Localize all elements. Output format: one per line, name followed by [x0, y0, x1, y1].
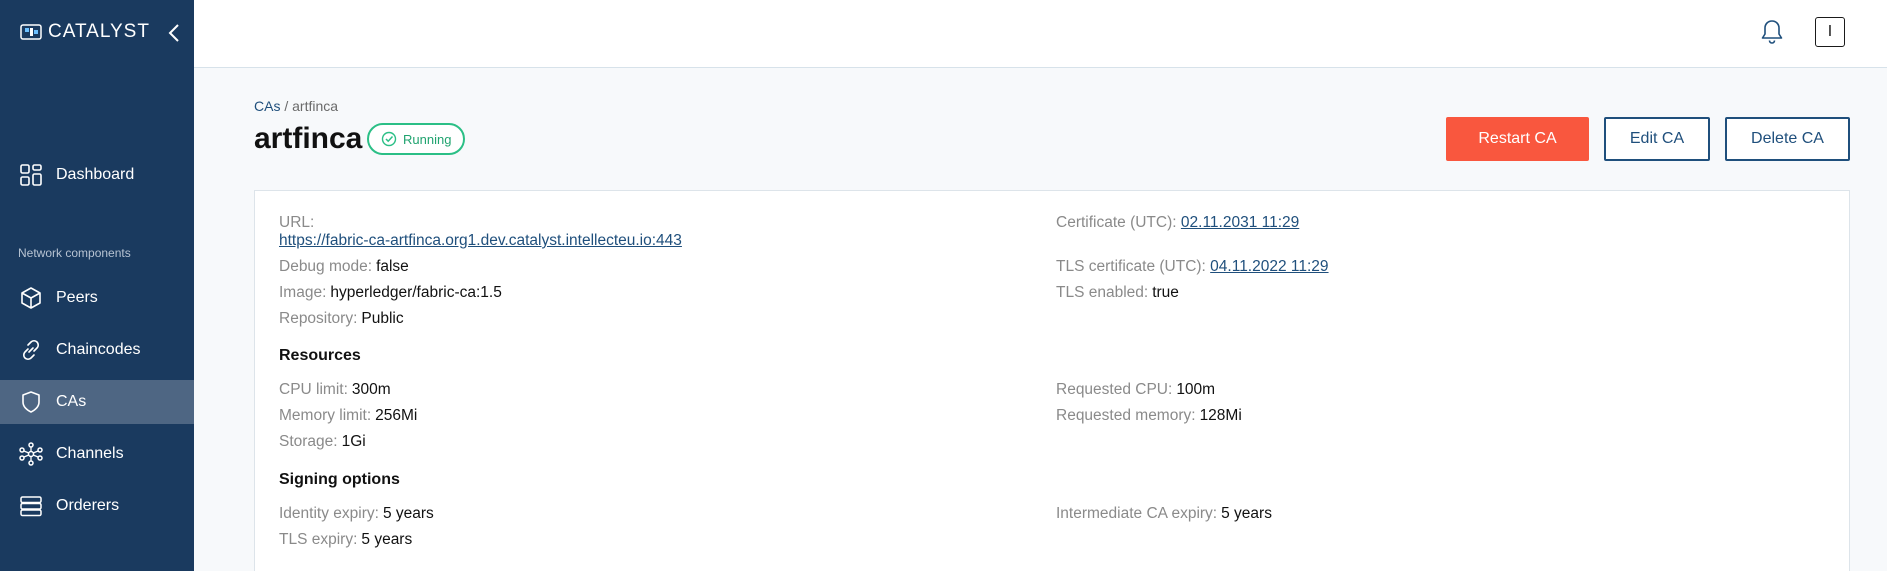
intermediate-ca-expiry-label: Intermediate CA expiry: — [1056, 505, 1218, 522]
shield-icon — [18, 389, 44, 415]
check-circle-icon — [381, 131, 397, 147]
user-avatar-button[interactable]: I — [1815, 17, 1845, 47]
tls-certificate-label: TLS certificate (UTC): — [1056, 258, 1206, 275]
url-link[interactable]: https://fabric-ca-artfinca.org1.dev.cata… — [279, 232, 682, 249]
memory-limit-row: Memory limit: 256Mi — [279, 407, 417, 425]
requested-cpu-row: Requested CPU: 100m — [1056, 381, 1215, 399]
breadcrumb: CAs / artfinca — [254, 98, 338, 114]
logo-icon — [20, 24, 42, 40]
cpu-limit-label: CPU limit: — [279, 381, 348, 398]
sidebar-item-label: Chaincodes — [56, 341, 141, 358]
restart-ca-button[interactable]: Restart CA — [1446, 117, 1589, 161]
page-title: artfinca — [254, 122, 363, 155]
sidebar-item-label: Peers — [56, 289, 98, 306]
cube-icon — [18, 285, 44, 311]
repository-label: Repository: — [279, 310, 358, 327]
catalyst-logo[interactable]: CATALYST — [20, 20, 150, 44]
cpu-limit-value: 300m — [351, 381, 391, 398]
sidebar-item-label: Dashboard — [56, 166, 135, 183]
sidebar-item-cas[interactable]: CAs — [0, 380, 194, 424]
requested-memory-label: Requested memory: — [1056, 407, 1196, 424]
url-row: URL: — [279, 214, 314, 232]
bell-icon — [1761, 20, 1783, 44]
sidebar-item-label: Channels — [56, 445, 124, 462]
breadcrumb-cas-link[interactable]: CAs — [254, 98, 280, 114]
sidebar-item-channels[interactable]: Channels — [0, 432, 194, 476]
requested-memory-value: 128Mi — [1199, 407, 1242, 424]
repository-row: Repository: Public — [279, 310, 404, 328]
breadcrumb-current: artfinca — [292, 98, 339, 114]
sidebar-item-label: CAs — [56, 393, 87, 410]
link-icon — [18, 337, 44, 363]
tls-enabled-label: TLS enabled: — [1056, 284, 1149, 301]
storage-row: Storage: 1Gi — [279, 433, 366, 451]
certificate-label: Certificate (UTC): — [1056, 214, 1177, 231]
sidebar: CATALYST Dashboard Network components Pe… — [0, 0, 194, 571]
sidebar-section-label: Network components — [18, 246, 131, 260]
identity-expiry-value: 5 years — [382, 505, 434, 522]
image-label: Image: — [279, 284, 327, 301]
image-row: Image: hyperledger/fabric-ca:1.5 — [279, 284, 502, 302]
edit-ca-button[interactable]: Edit CA — [1604, 117, 1710, 161]
resources-heading: Resources — [279, 347, 361, 364]
memory-limit-label: Memory limit: — [279, 407, 372, 424]
cpu-limit-row: CPU limit: 300m — [279, 381, 391, 399]
sidebar-item-orderers[interactable]: Orderers — [0, 484, 194, 528]
requested-cpu-value: 100m — [1176, 381, 1216, 398]
tls-certificate-row: TLS certificate (UTC): 04.11.2022 11:29 — [1056, 258, 1329, 276]
chevron-left-icon — [168, 24, 179, 42]
storage-label: Storage: — [279, 433, 338, 450]
tls-certificate-link[interactable]: 04.11.2022 11:29 — [1210, 258, 1328, 275]
requested-cpu-label: Requested CPU: — [1056, 381, 1173, 398]
delete-ca-button[interactable]: Delete CA — [1725, 117, 1850, 161]
url-value-row: https://fabric-ca-artfinca.org1.dev.cata… — [279, 232, 682, 250]
breadcrumb-separator: / — [284, 98, 289, 114]
collapse-sidebar-button[interactable] — [164, 20, 184, 46]
tls-expiry-label: TLS expiry: — [279, 531, 358, 548]
intermediate-ca-expiry-value: 5 years — [1221, 505, 1272, 522]
tls-expiry-value: 5 years — [361, 531, 413, 548]
requested-memory-row: Requested memory: 128Mi — [1056, 407, 1242, 425]
identity-expiry-label: Identity expiry: — [279, 505, 379, 522]
image-value: hyperledger/fabric-ca:1.5 — [330, 284, 502, 301]
status-badge: Running — [367, 123, 466, 155]
tls-enabled-row: TLS enabled: true — [1056, 284, 1179, 302]
sidebar-item-chaincodes[interactable]: Chaincodes — [0, 328, 194, 372]
tls-expiry-row: TLS expiry: 5 years — [279, 531, 412, 549]
debug-value: false — [376, 258, 409, 275]
debug-row: Debug mode: false — [279, 258, 409, 276]
sidebar-item-label: Orderers — [56, 497, 120, 514]
dashboard-icon — [18, 162, 44, 188]
server-icon — [18, 493, 44, 519]
logo-text: CATALYST — [48, 21, 150, 42]
notifications-button[interactable] — [1760, 18, 1784, 46]
intermediate-ca-expiry-row: Intermediate CA expiry: 5 years — [1056, 505, 1272, 523]
repository-value: Public — [361, 310, 404, 327]
memory-limit-value: 256Mi — [375, 407, 418, 424]
sidebar-item-dashboard[interactable]: Dashboard — [0, 153, 194, 197]
url-label: URL: — [279, 214, 315, 231]
tls-enabled-value: true — [1152, 284, 1179, 301]
ca-details-card: URL: https://fabric-ca-artfinca.org1.dev… — [254, 190, 1850, 571]
signing-options-heading: Signing options — [279, 471, 400, 488]
sidebar-item-peers[interactable]: Peers — [0, 276, 194, 320]
certificate-link[interactable]: 02.11.2031 11:29 — [1181, 214, 1299, 231]
identity-expiry-row: Identity expiry: 5 years — [279, 505, 434, 523]
storage-value: 1Gi — [341, 433, 366, 450]
top-bar: I — [194, 0, 1887, 68]
debug-label: Debug mode: — [279, 258, 373, 275]
certificate-row: Certificate (UTC): 02.11.2031 11:29 — [1056, 214, 1299, 232]
status-text: Running — [403, 131, 452, 147]
network-icon — [18, 441, 44, 467]
